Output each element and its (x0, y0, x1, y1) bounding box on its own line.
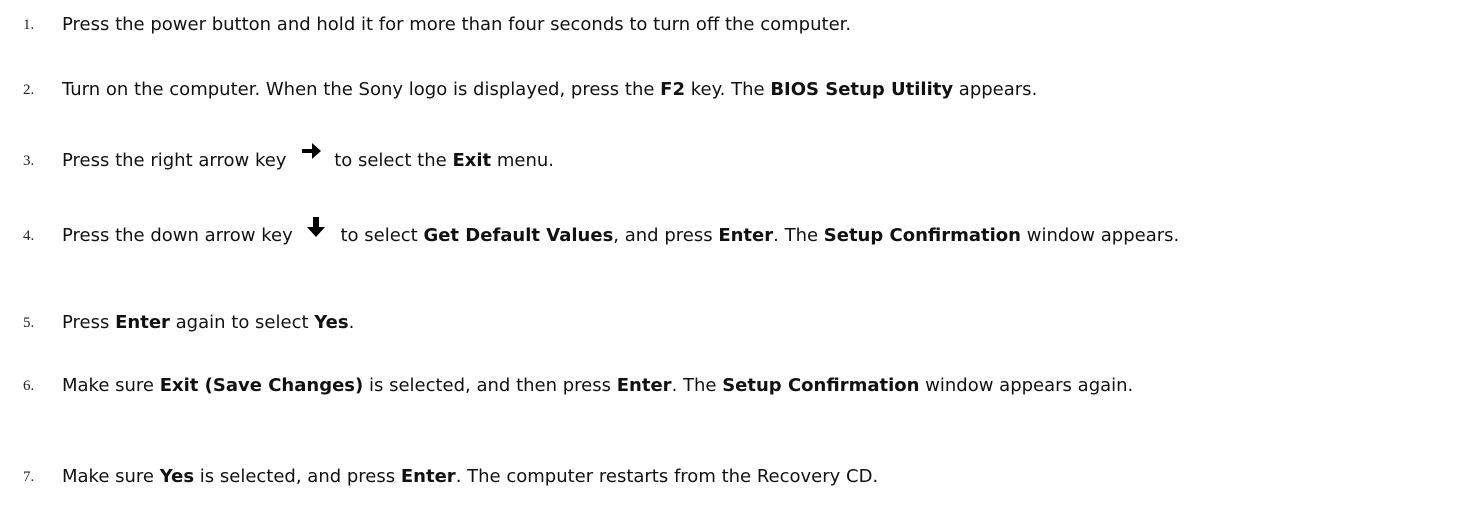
step-text-emphasis: Yes (159, 466, 195, 487)
step-text-run: key. The (685, 79, 771, 100)
step-text-run: . The computer restarts from the Recover… (455, 466, 879, 487)
step-text-run: again to select (169, 312, 315, 333)
step-text-run: Press the right arrow key (62, 150, 293, 171)
step-number: 7. (23, 469, 35, 485)
step-text: Press the power button and hold it for m… (62, 13, 1457, 37)
step-text-run: window appears again. (919, 375, 1134, 396)
step-number: 4. (23, 228, 35, 244)
step-text-emphasis: Enter (718, 225, 774, 246)
step-text-run: Turn on the computer. When the Sony logo… (62, 79, 661, 100)
step-number: 3. (23, 153, 35, 169)
step-text-run: Press the down arrow key (62, 225, 299, 246)
step-number: 1. (23, 17, 35, 33)
step-text: Press the right arrow key to select the … (62, 143, 1457, 173)
step-text-run: . The (671, 375, 723, 396)
step-text: Turn on the computer. When the Sony logo… (62, 78, 1457, 102)
step-text: Make sure Exit (Save Changes) is selecte… (62, 374, 1457, 398)
step-text-emphasis: Yes (314, 312, 349, 333)
step-text: Press Enter again to select Yes. (62, 311, 1457, 335)
step-text-run: to select the (334, 150, 453, 171)
step-text-emphasis: Get Default Values (423, 225, 614, 246)
step-text-emphasis: Setup Confirmation (823, 225, 1021, 246)
step-text-run: . The (773, 225, 824, 246)
step-text-emphasis: Enter (115, 312, 170, 333)
step-text: Make sure Yes is selected, and press Ent… (62, 465, 1457, 489)
step-text-run: Make sure (62, 466, 160, 487)
step-text-emphasis: Exit (Save Changes) (159, 375, 364, 396)
step-text-run: is selected, and then press (363, 375, 617, 396)
step-text-run: window appears. (1021, 225, 1180, 246)
step-text-run: to select (340, 225, 424, 246)
step-text-run: Press the power button and hold it for m… (62, 14, 852, 35)
step-text-run: . (348, 312, 355, 333)
step-text-emphasis: Setup Confirmation (722, 375, 920, 396)
step-text-run: Press (62, 312, 116, 333)
step-text-run: menu. (491, 150, 555, 171)
step-text-run: is selected, and press (194, 466, 401, 487)
step-text-emphasis: Enter (400, 466, 456, 487)
step-text: Press the down arrow key to select Get D… (62, 217, 1457, 248)
step-text-run: , and press (613, 225, 719, 246)
step-text-emphasis: Enter (616, 375, 672, 396)
step-text-run: Make sure (62, 375, 160, 396)
step-number: 5. (23, 315, 35, 331)
step-text-emphasis: F2 (660, 79, 685, 100)
step-text-run: appears. (953, 79, 1038, 100)
step-number: 6. (23, 378, 35, 394)
step-number: 2. (23, 82, 35, 98)
step-text-emphasis: Exit (452, 150, 492, 171)
right-arrow-key-icon (292, 143, 334, 173)
down-arrow-key-icon (298, 217, 340, 248)
step-text-emphasis: BIOS Setup Utility (770, 79, 954, 100)
